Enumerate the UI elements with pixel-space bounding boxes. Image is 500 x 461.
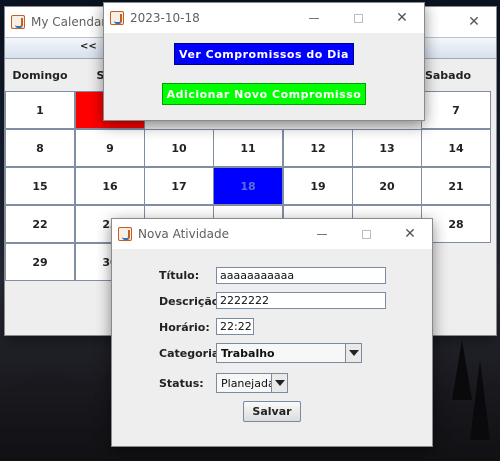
close-icon[interactable]: ✕ bbox=[380, 3, 424, 33]
category-select[interactable]: Trabalho bbox=[216, 343, 362, 363]
day-cell[interactable]: 21 bbox=[421, 167, 491, 205]
title-label: Título: bbox=[159, 269, 200, 282]
day-cell[interactable]: 14 bbox=[421, 129, 491, 167]
description-label: Descrição: bbox=[159, 295, 224, 308]
status-select[interactable]: Planejada bbox=[216, 373, 288, 393]
day-cell[interactable]: 12 bbox=[283, 129, 353, 167]
weekday-header-sunday: Domingo bbox=[12, 69, 68, 82]
day-cell[interactable]: 19 bbox=[283, 167, 353, 205]
category-label: Categoria: bbox=[159, 347, 224, 360]
day-cell[interactable]: 7 bbox=[421, 91, 491, 129]
add-appointment-button[interactable]: Adicionar Novo Compromisso bbox=[162, 83, 366, 105]
day-cell[interactable]: 13 bbox=[352, 129, 422, 167]
day-cell[interactable]: 16 bbox=[75, 167, 145, 205]
save-button[interactable]: Salvar bbox=[243, 401, 301, 422]
close-icon[interactable]: ✕ bbox=[452, 7, 496, 37]
new-activity-titlebar[interactable]: Nova Atividade ✕ bbox=[112, 219, 432, 249]
day-cell-selected[interactable]: 18 bbox=[213, 167, 283, 205]
new-activity-title: Nova Atividade bbox=[138, 227, 230, 241]
day-cell[interactable]: 8 bbox=[5, 129, 75, 167]
day-cell[interactable]: 11 bbox=[213, 129, 283, 167]
maximize-icon bbox=[336, 3, 380, 33]
chevron-down-icon[interactable] bbox=[345, 344, 361, 362]
title-field[interactable]: aaaaaaaaaaa bbox=[216, 267, 386, 284]
prev-month-button[interactable]: << bbox=[80, 41, 97, 52]
day-cell[interactable]: 22 bbox=[5, 205, 75, 243]
day-dialog-title: 2023-10-18 bbox=[130, 11, 200, 25]
status-selected-value: Planejada bbox=[221, 376, 271, 390]
status-label: Status: bbox=[159, 377, 204, 390]
time-field[interactable]: 22:22 bbox=[216, 318, 254, 335]
wallpaper-tree bbox=[470, 360, 490, 440]
day-dialog-titlebar[interactable]: 2023-10-18 ✕ bbox=[104, 3, 424, 33]
category-selected-value: Trabalho bbox=[221, 346, 275, 360]
close-icon[interactable]: ✕ bbox=[388, 219, 432, 249]
description-field[interactable]: 2222222 bbox=[216, 292, 386, 309]
view-appointments-button[interactable]: Ver Compromissos do Dia bbox=[174, 43, 354, 65]
new-activity-dialog: Nova Atividade ✕ Título: aaaaaaaaaaa Des… bbox=[111, 218, 433, 447]
day-cell[interactable]: 17 bbox=[144, 167, 214, 205]
calendar-window-title: My Calendar bbox=[31, 15, 107, 29]
day-cell[interactable]: 10 bbox=[144, 129, 214, 167]
java-cup-icon bbox=[110, 11, 124, 25]
day-cell[interactable]: 1 bbox=[5, 91, 75, 129]
day-cell[interactable]: 29 bbox=[5, 243, 75, 281]
chevron-down-icon[interactable] bbox=[271, 374, 287, 392]
day-dialog: 2023-10-18 ✕ Ver Compromissos do Dia Adi… bbox=[103, 2, 425, 121]
day-cell[interactable]: 20 bbox=[352, 167, 422, 205]
wallpaper-tree bbox=[452, 340, 472, 400]
minimize-icon[interactable] bbox=[292, 3, 336, 33]
java-cup-icon bbox=[118, 227, 132, 241]
day-cell[interactable]: 15 bbox=[5, 167, 75, 205]
maximize-icon bbox=[344, 219, 388, 249]
day-cell[interactable]: 9 bbox=[75, 129, 145, 167]
minimize-icon[interactable] bbox=[300, 219, 344, 249]
time-label: Horário: bbox=[159, 321, 210, 334]
java-cup-icon bbox=[11, 15, 25, 29]
